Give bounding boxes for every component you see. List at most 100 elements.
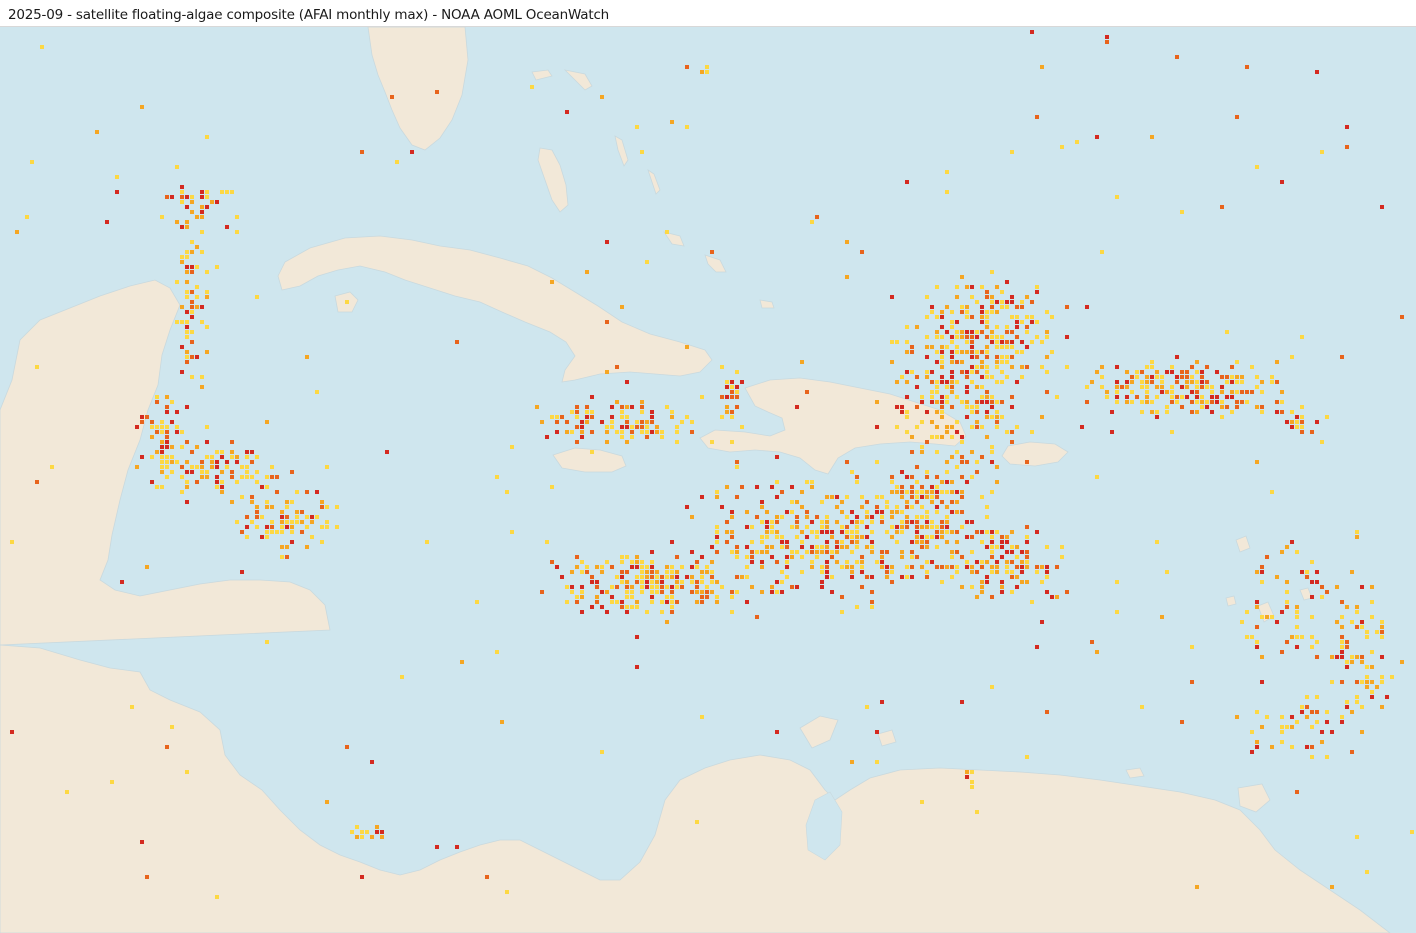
algae-pixel bbox=[1315, 640, 1319, 644]
algae-pixel bbox=[580, 420, 584, 424]
algae-pixel bbox=[1025, 560, 1029, 564]
algae-pixel bbox=[865, 575, 869, 579]
algae-pixel bbox=[235, 460, 239, 464]
algae-pixel bbox=[1315, 695, 1319, 699]
algae-pixel bbox=[1275, 575, 1279, 579]
algae-pixel bbox=[1320, 730, 1324, 734]
algae-pixel bbox=[1225, 380, 1229, 384]
algae-pixel bbox=[600, 570, 604, 574]
algae-pixel bbox=[880, 565, 884, 569]
algae-pixel bbox=[900, 530, 904, 534]
algae-pixel bbox=[345, 300, 349, 304]
algae-pixel bbox=[290, 540, 294, 544]
algae-pixel bbox=[1010, 330, 1014, 334]
algae-pixel bbox=[875, 510, 879, 514]
algae-pixel bbox=[995, 545, 999, 549]
algae-pixel bbox=[1215, 370, 1219, 374]
algae-pixel bbox=[585, 415, 589, 419]
algae-pixel bbox=[1230, 380, 1234, 384]
algae-pixel bbox=[1220, 385, 1224, 389]
algae-pixel bbox=[195, 465, 199, 469]
algae-pixel bbox=[455, 340, 459, 344]
algae-pixel bbox=[1270, 490, 1274, 494]
algae-pixel bbox=[770, 485, 774, 489]
algae-pixel bbox=[1020, 320, 1024, 324]
algae-pixel bbox=[350, 830, 354, 834]
algae-pixel bbox=[1295, 610, 1299, 614]
algae-pixel bbox=[195, 355, 199, 359]
algae-pixel bbox=[975, 355, 979, 359]
algae-pixel bbox=[1140, 370, 1144, 374]
algae-pixel bbox=[835, 560, 839, 564]
algae-pixel bbox=[920, 445, 924, 449]
algae-pixel bbox=[825, 550, 829, 554]
algae-pixel bbox=[750, 585, 754, 589]
algae-pixel bbox=[245, 535, 249, 539]
algae-pixel bbox=[1005, 345, 1009, 349]
algae-pixel bbox=[970, 285, 974, 289]
algae-pixel bbox=[935, 350, 939, 354]
algae-pixel bbox=[865, 545, 869, 549]
algae-pixel bbox=[200, 250, 204, 254]
algae-pixel bbox=[700, 595, 704, 599]
algae-pixel bbox=[705, 590, 709, 594]
algae-pixel bbox=[970, 330, 974, 334]
algae-pixel bbox=[1005, 560, 1009, 564]
algae-pixel bbox=[660, 575, 664, 579]
algae-pixel bbox=[1280, 410, 1284, 414]
algae-pixel bbox=[795, 525, 799, 529]
algae-pixel bbox=[200, 210, 204, 214]
algae-pixel bbox=[950, 575, 954, 579]
algae-pixel bbox=[205, 325, 209, 329]
algae-pixel bbox=[1225, 330, 1229, 334]
algae-pixel bbox=[1165, 390, 1169, 394]
algae-pixel bbox=[1085, 305, 1089, 309]
algae-pixel bbox=[840, 565, 844, 569]
algae-pixel bbox=[890, 570, 894, 574]
algae-pixel bbox=[1255, 375, 1259, 379]
map-view[interactable] bbox=[0, 27, 1416, 933]
algae-pixel bbox=[1140, 705, 1144, 709]
algae-pixel bbox=[500, 720, 504, 724]
algae-pixel bbox=[1025, 540, 1029, 544]
algae-pixel bbox=[950, 350, 954, 354]
algae-pixel bbox=[1255, 740, 1259, 744]
algae-pixel bbox=[225, 190, 229, 194]
algae-pixel bbox=[1020, 375, 1024, 379]
algae-pixel bbox=[810, 485, 814, 489]
algae-pixel bbox=[1045, 565, 1049, 569]
algae-pixel bbox=[640, 590, 644, 594]
algae-pixel bbox=[235, 520, 239, 524]
algae-pixel bbox=[250, 500, 254, 504]
algae-pixel bbox=[745, 565, 749, 569]
algae-pixel bbox=[1155, 395, 1159, 399]
algae-pixel bbox=[990, 570, 994, 574]
algae-pixel bbox=[1045, 570, 1049, 574]
algae-pixel bbox=[930, 305, 934, 309]
algae-pixel bbox=[935, 495, 939, 499]
algae-pixel bbox=[635, 635, 639, 639]
algae-pixel bbox=[1130, 390, 1134, 394]
algae-pixel bbox=[1065, 365, 1069, 369]
algae-pixel bbox=[825, 520, 829, 524]
algae-pixel bbox=[1180, 210, 1184, 214]
algae-pixel bbox=[1010, 405, 1014, 409]
algae-pixel bbox=[1310, 645, 1314, 649]
algae-pixel bbox=[270, 475, 274, 479]
algae-pixel bbox=[610, 420, 614, 424]
map-canvas[interactable] bbox=[0, 27, 1416, 933]
algae-pixel bbox=[960, 700, 964, 704]
algae-pixel bbox=[185, 480, 189, 484]
algae-pixel bbox=[940, 355, 944, 359]
algae-pixel bbox=[1005, 340, 1009, 344]
algae-pixel bbox=[925, 575, 929, 579]
algae-pixel bbox=[895, 490, 899, 494]
algae-pixel bbox=[220, 450, 224, 454]
algae-pixel bbox=[925, 525, 929, 529]
algae-pixel bbox=[725, 405, 729, 409]
algae-pixel bbox=[710, 545, 714, 549]
algae-pixel bbox=[955, 500, 959, 504]
algae-pixel bbox=[790, 525, 794, 529]
algae-pixel bbox=[400, 675, 404, 679]
algae-pixel bbox=[160, 465, 164, 469]
